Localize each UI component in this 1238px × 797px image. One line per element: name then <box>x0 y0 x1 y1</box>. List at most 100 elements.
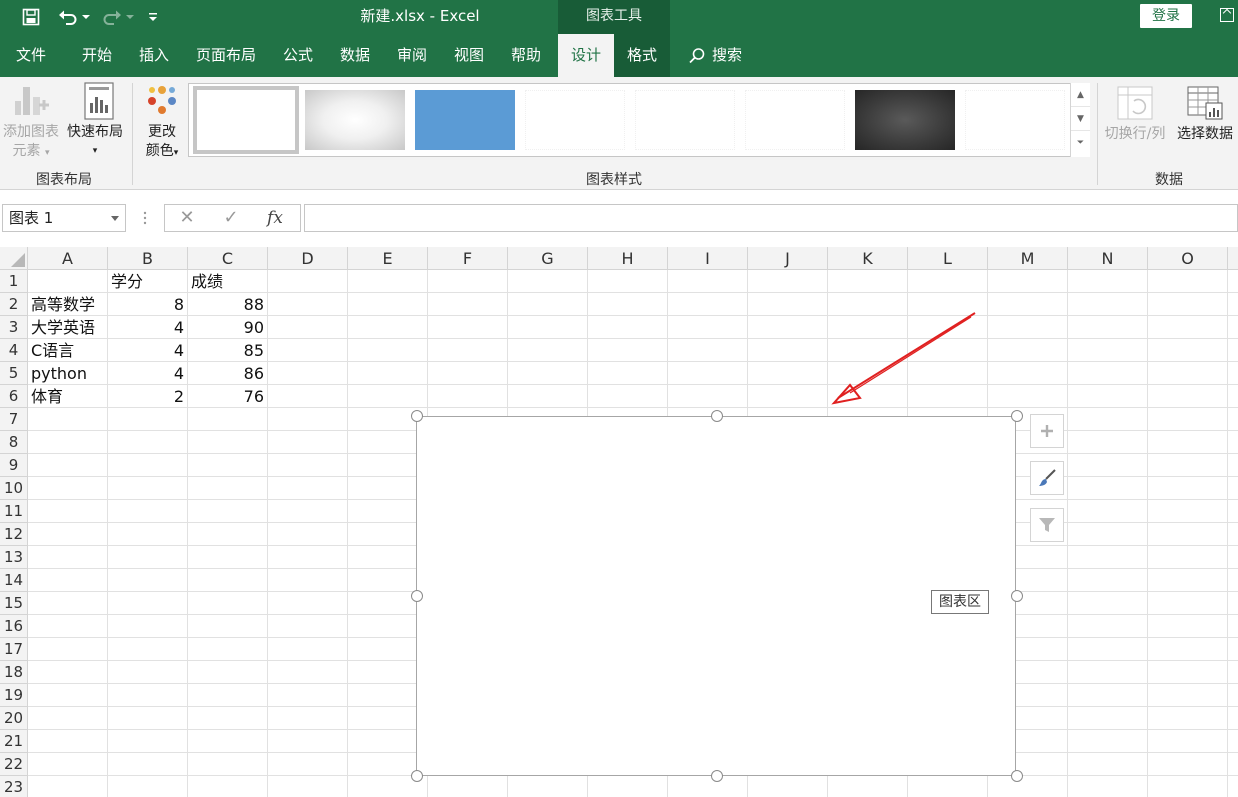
column-header[interactable] <box>1228 247 1238 270</box>
row-header[interactable]: 7 <box>0 408 28 431</box>
redo-icon[interactable] <box>100 4 124 30</box>
chart-filters-button[interactable] <box>1030 508 1064 542</box>
resize-handle-top[interactable] <box>711 410 723 422</box>
cell-A4[interactable]: C语言 <box>28 339 107 362</box>
row-header[interactable]: 16 <box>0 615 28 638</box>
row-header[interactable]: 11 <box>0 500 28 523</box>
switch-row-column-button[interactable]: 切换行/列 <box>1100 85 1170 144</box>
chart-style-3-swatch[interactable] <box>415 90 515 150</box>
chart-style-1-swatch[interactable] <box>193 86 299 154</box>
row-header[interactable]: 8 <box>0 431 28 454</box>
formula-input[interactable] <box>304 204 1238 232</box>
cell-B2[interactable]: 8 <box>108 293 187 316</box>
select-all-corner[interactable] <box>0 247 28 270</box>
cell-C3[interactable]: 90 <box>188 316 267 339</box>
row-header[interactable]: 4 <box>0 339 28 362</box>
row-header[interactable]: 19 <box>0 684 28 707</box>
enter-icon[interactable]: ✓ <box>211 205 251 231</box>
column-header[interactable]: O <box>1148 247 1228 270</box>
login-button[interactable]: 登录 <box>1140 4 1192 28</box>
column-header[interactable]: B <box>108 247 188 270</box>
change-colors-button[interactable]: 更改 颜色▾ <box>138 81 186 163</box>
cell-A2[interactable]: 高等数学 <box>28 293 107 316</box>
column-header[interactable]: F <box>428 247 508 270</box>
resize-handle-bottom-left[interactable] <box>411 770 423 782</box>
cell-C2[interactable]: 88 <box>188 293 267 316</box>
insert-function-icon[interactable]: fx <box>255 205 295 231</box>
ribbon-display-options-icon[interactable] <box>1220 8 1234 22</box>
column-header[interactable]: J <box>748 247 828 270</box>
resize-handle-top-right[interactable] <box>1011 410 1023 422</box>
column-header[interactable]: G <box>508 247 588 270</box>
resize-handle-top-left[interactable] <box>411 410 423 422</box>
tab-page-layout[interactable]: 页面布局 <box>186 34 266 77</box>
row-header[interactable]: 18 <box>0 661 28 684</box>
select-data-button[interactable]: 选择数据 <box>1172 85 1238 144</box>
tab-design[interactable]: 设计 <box>558 34 614 77</box>
row-header[interactable]: 23 <box>0 776 28 797</box>
row-header[interactable]: 9 <box>0 454 28 477</box>
resize-handle-left[interactable] <box>411 590 423 602</box>
cell-C1[interactable]: 成绩 <box>188 270 267 293</box>
cell-C5[interactable]: 86 <box>188 362 267 385</box>
tab-data[interactable]: 数据 <box>329 34 381 77</box>
cell-C4[interactable]: 85 <box>188 339 267 362</box>
cell-B5[interactable]: 4 <box>108 362 187 385</box>
chart-style-7-swatch[interactable] <box>855 90 955 150</box>
chart-style-6-swatch[interactable] <box>745 90 845 150</box>
column-header[interactable]: H <box>588 247 668 270</box>
name-box-dropdown-icon[interactable] <box>111 216 119 221</box>
column-header[interactable]: M <box>988 247 1068 270</box>
row-header[interactable]: 17 <box>0 638 28 661</box>
cell-A3[interactable]: 大学英语 <box>28 316 107 339</box>
gallery-scroll-up-icon[interactable]: ▲ <box>1071 83 1090 107</box>
column-header[interactable]: I <box>668 247 748 270</box>
undo-dropdown-icon[interactable] <box>81 4 91 30</box>
row-header[interactable]: 5 <box>0 362 28 385</box>
customize-qat-icon[interactable] <box>146 4 160 30</box>
row-header[interactable]: 3 <box>0 316 28 339</box>
cell-C6[interactable]: 76 <box>188 385 267 408</box>
gallery-scroll-down-icon[interactable]: ▼ <box>1071 107 1090 131</box>
tab-insert[interactable]: 插入 <box>127 34 181 77</box>
tab-file[interactable]: 文件 <box>0 34 62 77</box>
resize-handle-bottom-right[interactable] <box>1011 770 1023 782</box>
row-header[interactable]: 15 <box>0 592 28 615</box>
tab-formulas[interactable]: 公式 <box>272 34 324 77</box>
column-header[interactable]: L <box>908 247 988 270</box>
resize-handle-right[interactable] <box>1011 590 1023 602</box>
row-header[interactable]: 21 <box>0 730 28 753</box>
column-header[interactable]: C <box>188 247 268 270</box>
name-box[interactable]: 图表 1 <box>2 204 126 232</box>
tab-view[interactable]: 视图 <box>443 34 495 77</box>
tab-help[interactable]: 帮助 <box>500 34 552 77</box>
tab-home[interactable]: 开始 <box>70 34 124 77</box>
gallery-more-icon[interactable]: ⏷ <box>1071 131 1090 155</box>
redo-dropdown-icon[interactable] <box>125 4 135 30</box>
column-header[interactable]: A <box>28 247 108 270</box>
tab-search[interactable]: 搜索 <box>680 34 750 77</box>
cell-B4[interactable]: 4 <box>108 339 187 362</box>
cancel-icon[interactable]: ✕ <box>167 205 207 231</box>
row-header[interactable]: 2 <box>0 293 28 316</box>
cell-B6[interactable]: 2 <box>108 385 187 408</box>
cell-B1[interactable]: 学分 <box>108 270 187 293</box>
row-header[interactable]: 20 <box>0 707 28 730</box>
chart-styles-button[interactable] <box>1030 461 1064 495</box>
chart-area[interactable] <box>416 416 1016 776</box>
save-icon[interactable] <box>18 4 44 30</box>
row-header[interactable]: 10 <box>0 477 28 500</box>
tab-review[interactable]: 审阅 <box>386 34 438 77</box>
resize-handle-bottom[interactable] <box>711 770 723 782</box>
chart-elements-button[interactable] <box>1030 414 1064 448</box>
cell-A5[interactable]: python <box>28 362 107 385</box>
column-header[interactable]: N <box>1068 247 1148 270</box>
row-header[interactable]: 6 <box>0 385 28 408</box>
cell-A6[interactable]: 体育 <box>28 385 107 408</box>
formula-bar-grip-icon[interactable] <box>143 210 147 226</box>
row-header[interactable]: 1 <box>0 270 28 293</box>
add-chart-element-button[interactable]: 添加图表 元素 ▾ <box>0 81 62 163</box>
tab-format[interactable]: 格式 <box>614 34 670 77</box>
chart-style-5-swatch[interactable] <box>635 90 735 150</box>
row-header[interactable]: 14 <box>0 569 28 592</box>
